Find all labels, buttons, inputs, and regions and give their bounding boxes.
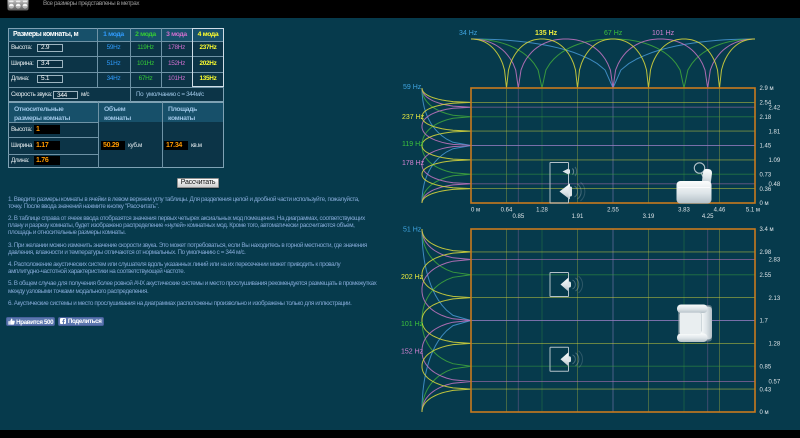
svg-text:0.64: 0.64 xyxy=(501,208,513,214)
svg-text:2.9 м: 2.9 м xyxy=(760,86,774,92)
svg-text:152 Hz: 152 Hz xyxy=(401,349,424,356)
svg-text:0.43: 0.43 xyxy=(760,387,772,393)
svg-text:1.28: 1.28 xyxy=(536,208,548,214)
svg-text:1.91: 1.91 xyxy=(572,214,584,220)
svg-text:4.25: 4.25 xyxy=(702,214,714,220)
svg-text:237 Hz: 237 Hz xyxy=(402,114,425,121)
svg-text:4.46: 4.46 xyxy=(714,208,726,214)
svg-text:2.55: 2.55 xyxy=(607,208,619,214)
svg-text:2.13: 2.13 xyxy=(769,296,781,302)
svg-text:0 м: 0 м xyxy=(760,410,769,416)
svg-text:1.81: 1.81 xyxy=(769,129,781,135)
svg-text:0.57: 0.57 xyxy=(769,380,781,386)
svg-text:3.83: 3.83 xyxy=(678,208,690,214)
svg-text:5.1 м: 5.1 м xyxy=(746,208,760,214)
svg-text:178 Hz: 178 Hz xyxy=(402,160,425,167)
svg-text:0.85: 0.85 xyxy=(760,364,772,370)
svg-text:51 Hz: 51 Hz xyxy=(403,227,422,234)
svg-text:1.28: 1.28 xyxy=(769,342,781,348)
svg-text:101 Hz: 101 Hz xyxy=(652,30,675,37)
svg-text:1.7: 1.7 xyxy=(760,319,769,325)
svg-text:0 м: 0 м xyxy=(760,201,769,207)
svg-text:0.85: 0.85 xyxy=(512,214,524,220)
svg-text:0.36: 0.36 xyxy=(760,187,772,193)
svg-text:2.55: 2.55 xyxy=(760,273,772,279)
svg-text:1.09: 1.09 xyxy=(769,158,781,164)
svg-text:2.18: 2.18 xyxy=(760,115,772,121)
svg-text:0 м: 0 м xyxy=(471,208,480,214)
svg-text:3.4 м: 3.4 м xyxy=(760,227,774,233)
svg-text:2.83: 2.83 xyxy=(769,258,781,264)
svg-text:59 Hz: 59 Hz xyxy=(403,84,422,91)
svg-text:34 Hz: 34 Hz xyxy=(459,30,478,37)
svg-text:2.42: 2.42 xyxy=(769,105,781,111)
svg-text:67 Hz: 67 Hz xyxy=(604,30,623,37)
svg-text:101 Hz: 101 Hz xyxy=(401,321,424,328)
svg-text:0.73: 0.73 xyxy=(760,172,772,178)
svg-text:135 Hz: 135 Hz xyxy=(535,30,558,37)
svg-text:3.19: 3.19 xyxy=(643,214,655,220)
svg-text:1.45: 1.45 xyxy=(760,144,772,150)
svg-text:119 Hz: 119 Hz xyxy=(402,141,424,148)
svg-text:202 Hz: 202 Hz xyxy=(401,274,424,281)
svg-text:2.98: 2.98 xyxy=(760,250,772,256)
